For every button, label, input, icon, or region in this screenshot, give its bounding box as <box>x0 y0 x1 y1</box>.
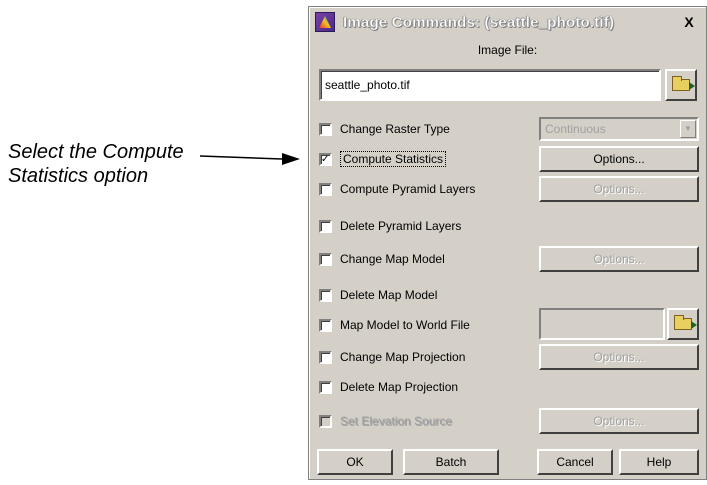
map-projection-options-button[interactable]: Options... <box>539 344 699 370</box>
help-button[interactable]: Help <box>619 449 699 475</box>
label-set-elevation-source: Set Elevation Source <box>340 414 453 428</box>
checkbox-change-map-model[interactable] <box>319 252 332 266</box>
option-change-map-model[interactable]: Change Map Model <box>319 247 445 271</box>
option-change-raster-type[interactable]: Change Raster Type <box>319 117 450 141</box>
image-file-label: Image File: <box>477 43 538 57</box>
label-map-model-to-world-file: Map Model to World File <box>340 318 470 332</box>
chevron-down-icon[interactable]: ▼ <box>680 120 696 138</box>
checkbox-change-raster-type[interactable] <box>319 122 332 136</box>
label-change-map-projection: Change Map Projection <box>340 350 466 364</box>
title-bar[interactable]: Image Commands: (seattle_photo.tif) X <box>311 9 704 35</box>
cancel-button[interactable]: Cancel <box>537 449 613 475</box>
raster-type-select[interactable]: Continuous ▼ <box>539 117 699 141</box>
folder-icon <box>672 76 695 91</box>
app-icon <box>315 12 335 32</box>
raster-type-value: Continuous <box>545 122 606 136</box>
checkbox-delete-pyramid-layers[interactable] <box>319 219 332 233</box>
map-model-options-button[interactable]: Options... <box>539 246 699 272</box>
annotation-line-1: Select the Compute <box>8 141 184 163</box>
label-compute-statistics: Compute Statistics <box>340 151 447 167</box>
option-map-model-to-world-file[interactable]: Map Model to World File <box>319 313 470 337</box>
checkbox-delete-map-projection[interactable] <box>319 380 332 394</box>
pyramid-layers-options-button[interactable]: Options... <box>539 176 699 202</box>
checkbox-change-map-projection[interactable] <box>319 350 332 364</box>
option-set-elevation-source: Set Elevation Source <box>319 409 452 433</box>
checkbox-compute-statistics[interactable] <box>319 152 332 166</box>
label-delete-map-model: Delete Map Model <box>340 288 438 302</box>
option-compute-statistics[interactable]: Compute Statistics <box>319 147 447 171</box>
label-compute-pyramid-layers: Compute Pyramid Layers <box>340 182 476 196</box>
label-delete-pyramid-layers: Delete Pyramid Layers <box>340 219 462 233</box>
checkbox-delete-map-model[interactable] <box>319 288 332 302</box>
checkbox-map-model-to-world-file[interactable] <box>319 318 332 332</box>
image-commands-dialog: Image Commands: (seattle_photo.tif) X Im… <box>308 6 707 480</box>
compute-statistics-options-button[interactable]: Options... <box>539 146 699 172</box>
image-file-input[interactable]: seattle_photo.tif <box>319 69 661 101</box>
label-change-map-model: Change Map Model <box>340 252 445 266</box>
browse-world-file-button[interactable] <box>667 308 699 340</box>
batch-button[interactable]: Batch <box>403 449 499 475</box>
option-change-map-projection[interactable]: Change Map Projection <box>319 345 465 369</box>
ok-button[interactable]: OK <box>317 449 393 475</box>
label-delete-map-projection: Delete Map Projection <box>340 380 459 394</box>
checkbox-compute-pyramid-layers[interactable] <box>319 182 332 196</box>
elevation-options-button[interactable]: Options... <box>539 408 699 434</box>
label-change-raster-type: Change Raster Type <box>340 122 450 136</box>
close-button[interactable]: X <box>680 13 698 31</box>
annotation-arrow-icon <box>200 153 300 165</box>
world-file-input[interactable] <box>539 308 665 340</box>
annotation-text: Select the Compute Statistics option <box>8 140 218 188</box>
option-compute-pyramid-layers[interactable]: Compute Pyramid Layers <box>319 177 475 201</box>
option-delete-map-projection[interactable]: Delete Map Projection <box>319 375 458 399</box>
option-delete-pyramid-layers[interactable]: Delete Pyramid Layers <box>319 214 461 238</box>
browse-file-button[interactable] <box>665 69 697 101</box>
dialog-title: Image Commands: (seattle_photo.tif) <box>343 13 615 31</box>
checkbox-set-elevation-source <box>319 414 332 428</box>
annotation-line-2: Statistics option <box>8 165 149 187</box>
option-delete-map-model[interactable]: Delete Map Model <box>319 283 437 307</box>
folder-icon <box>674 315 697 330</box>
